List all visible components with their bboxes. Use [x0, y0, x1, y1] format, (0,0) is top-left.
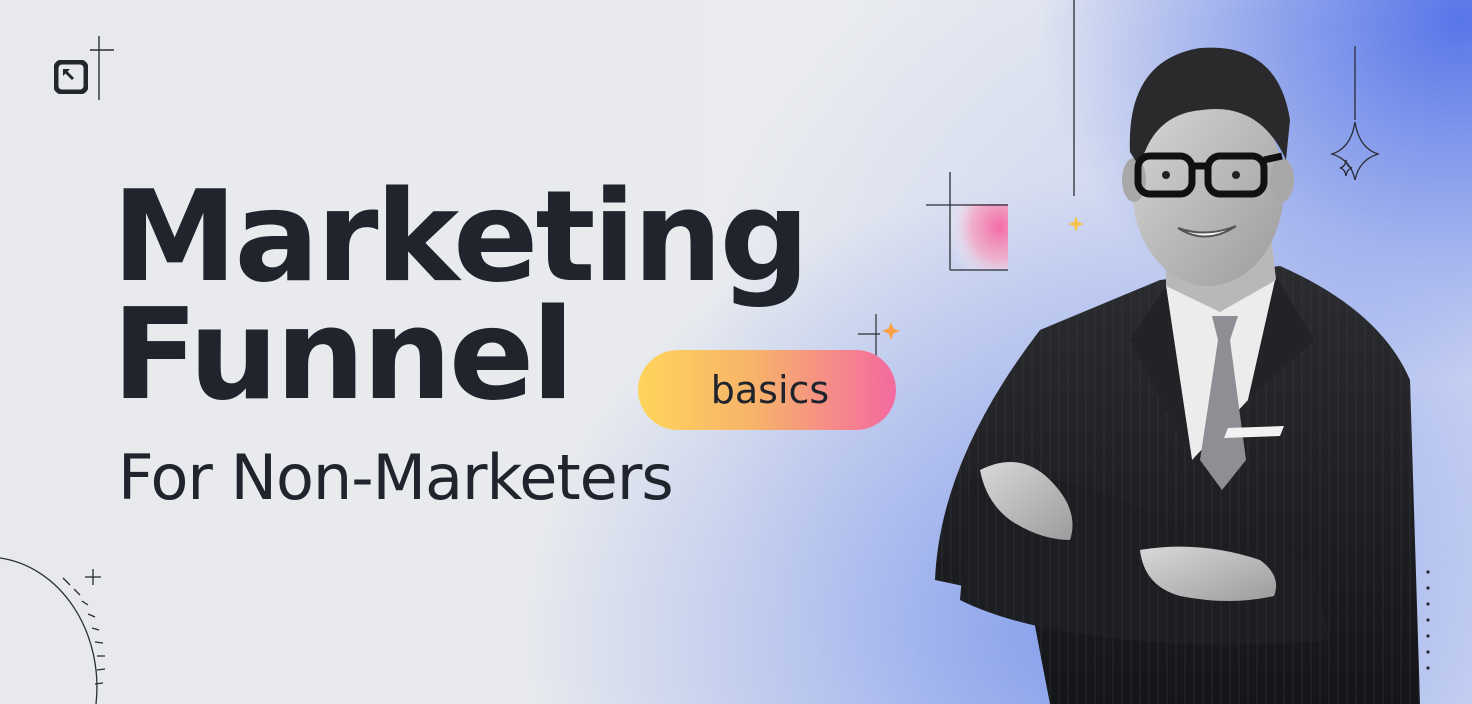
- square-logo-icon: [54, 60, 88, 94]
- sparkle-icon: [858, 314, 900, 356]
- subheadline: For Non-Marketers: [118, 441, 674, 514]
- crosshair-icon: [90, 36, 114, 100]
- businessman-photo: [935, 47, 1420, 704]
- headline-line-1: Marketing: [112, 163, 810, 310]
- basics-badge: basics: [638, 350, 896, 430]
- dial-decoration: [0, 557, 106, 704]
